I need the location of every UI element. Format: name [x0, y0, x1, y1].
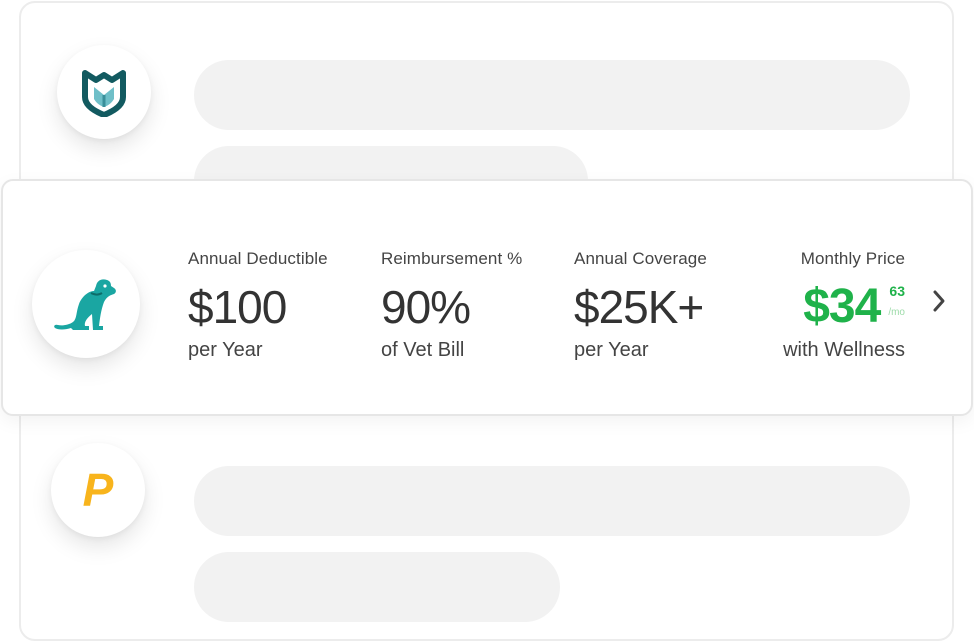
letter-p-logo-icon: P [82, 464, 114, 516]
price-sub: with Wellness [783, 339, 905, 361]
placeholder-bar [194, 60, 910, 130]
price-display: $34 63 /mo [783, 281, 905, 333]
coverage-label: Annual Coverage [574, 249, 707, 268]
chevron-right-icon [933, 290, 945, 312]
reimbursement-column: Reimbursement % 90% of Vet Bill [381, 249, 522, 362]
provider-logo-featured [32, 250, 140, 358]
reimbursement-sub: of Vet Bill [381, 339, 465, 361]
price-cents: 63 [889, 283, 905, 299]
deductible-sub: per Year [188, 339, 263, 361]
placeholder-bar [194, 552, 560, 622]
featured-plan-card[interactable]: Annual Deductible $100 per Year Reimburs… [1, 179, 973, 416]
coverage-value: $25K+ [574, 281, 704, 333]
reimbursement-value: 90% [381, 281, 471, 333]
deductible-label: Annual Deductible [188, 249, 328, 268]
coverage-sub: per Year [574, 339, 649, 361]
provider-logo-top [57, 45, 151, 139]
price-dollars: $34 [803, 280, 881, 333]
price-column: Monthly Price $34 63 /mo with Wellness [783, 249, 905, 362]
coverage-column: Annual Coverage $25K+ per Year [574, 249, 707, 362]
provider-logo-bottom: P [51, 443, 145, 537]
plan-details-chevron[interactable] [927, 285, 951, 317]
shield-heart-logo-icon [82, 70, 126, 117]
price-unit: /mo [888, 307, 905, 318]
deductible-value: $100 [188, 281, 287, 333]
placeholder-bar [194, 466, 910, 536]
price-label: Monthly Price [800, 249, 905, 268]
deductible-column: Annual Deductible $100 per Year [188, 249, 328, 362]
dog-logo-icon [54, 279, 116, 330]
reimbursement-label: Reimbursement % [381, 249, 523, 268]
